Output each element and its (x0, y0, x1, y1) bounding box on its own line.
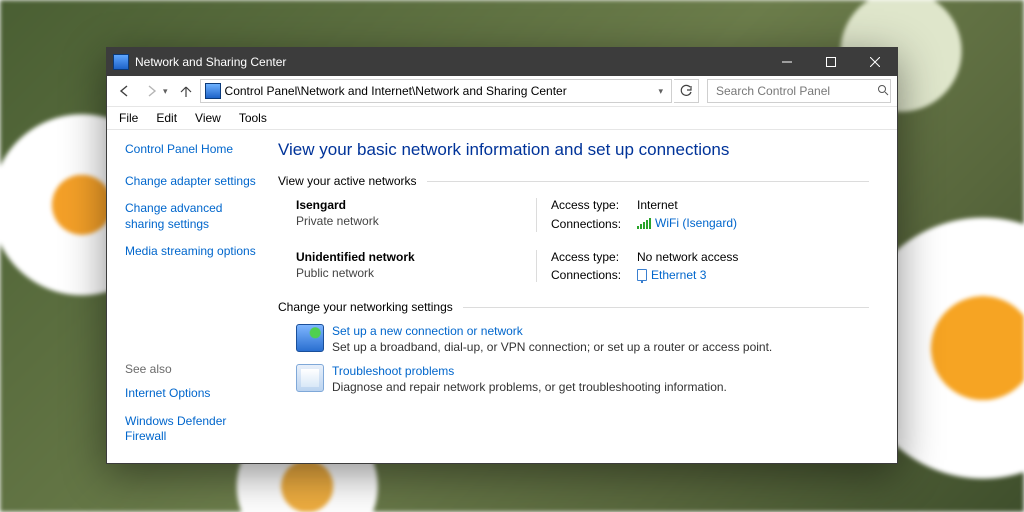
search-icon (877, 84, 889, 99)
refresh-button[interactable] (674, 79, 699, 103)
connections-label: Connections: (551, 217, 637, 231)
access-type-label: Access type: (551, 250, 637, 264)
active-networks-heading: View your active networks (278, 174, 869, 188)
sidebar: Control Panel Home Change adapter settin… (107, 130, 272, 465)
arrow-right-icon (144, 84, 158, 98)
sidebar-link-media[interactable]: Media streaming options (125, 244, 264, 260)
menu-edit[interactable]: Edit (148, 109, 185, 127)
task-desc: Set up a broadband, dial-up, or VPN conn… (332, 340, 772, 354)
main-content: View your basic network information and … (272, 130, 897, 465)
network-name: Unidentified network (296, 250, 536, 264)
maximize-icon (826, 57, 836, 67)
control-panel-home-link[interactable]: Control Panel Home (125, 142, 264, 158)
search-input[interactable] (714, 83, 873, 99)
ethernet-icon (637, 269, 647, 281)
maximize-button[interactable] (809, 48, 853, 76)
wifi-icon (637, 218, 651, 232)
task-link-setup[interactable]: Set up a new connection or network (332, 324, 772, 338)
network-block: Unidentified network Public network Acce… (296, 250, 869, 282)
access-type-label: Access type: (551, 198, 637, 212)
menu-view[interactable]: View (187, 109, 229, 127)
task-setup-connection: Set up a new connection or network Set u… (296, 324, 869, 354)
connections-label: Connections: (551, 268, 637, 282)
address-history-button[interactable]: ▾ (654, 86, 667, 97)
minimize-icon (782, 57, 792, 67)
control-panel-window: Network and Sharing Center ▾ Control Pan… (106, 47, 898, 464)
network-block: Isengard Private network Access type: In… (296, 198, 869, 232)
task-desc: Diagnose and repair network problems, or… (332, 380, 727, 394)
connection-link-ethernet[interactable]: Ethernet 3 (637, 268, 738, 282)
title-bar: Network and Sharing Center (107, 48, 897, 76)
recent-locations-button[interactable]: ▾ (163, 86, 168, 97)
arrow-left-icon (118, 84, 132, 98)
see-also-firewall[interactable]: Windows Defender Firewall (125, 414, 264, 445)
setup-connection-icon (296, 324, 324, 352)
network-name: Isengard (296, 198, 536, 212)
location-icon (205, 83, 221, 99)
access-type-value: No network access (637, 250, 738, 264)
search-box[interactable] (707, 79, 891, 103)
access-type-value: Internet (637, 198, 737, 212)
network-type: Private network (296, 214, 536, 228)
task-troubleshoot: Troubleshoot problems Diagnose and repai… (296, 364, 869, 394)
see-also-internet-options[interactable]: Internet Options (125, 386, 264, 402)
sidebar-link-adapter[interactable]: Change adapter settings (125, 174, 264, 190)
task-link-troubleshoot[interactable]: Troubleshoot problems (332, 364, 727, 378)
sidebar-link-sharing[interactable]: Change advanced sharing settings (125, 201, 264, 232)
back-button[interactable] (113, 79, 137, 103)
troubleshoot-icon (296, 364, 324, 392)
window-body: Control Panel Home Change adapter settin… (107, 130, 897, 465)
minimize-button[interactable] (765, 48, 809, 76)
address-path: Control Panel\Network and Internet\Netwo… (225, 84, 567, 98)
up-button[interactable] (174, 79, 198, 103)
close-button[interactable] (853, 48, 897, 76)
close-icon (870, 57, 880, 67)
forward-button[interactable] (139, 79, 163, 103)
menu-bar: File Edit View Tools (107, 107, 897, 130)
change-settings-heading: Change your networking settings (278, 300, 869, 314)
arrow-up-icon (179, 84, 193, 98)
refresh-icon (679, 84, 693, 98)
window-title: Network and Sharing Center (135, 55, 286, 69)
navigation-row: ▾ Control Panel\Network and Internet\Net… (107, 76, 897, 107)
address-bar[interactable]: Control Panel\Network and Internet\Netwo… (200, 79, 672, 103)
menu-tools[interactable]: Tools (231, 109, 275, 127)
app-icon (113, 54, 129, 70)
network-type: Public network (296, 266, 536, 280)
connection-link-wifi[interactable]: WiFi (Isengard) (637, 216, 737, 232)
menu-file[interactable]: File (111, 109, 146, 127)
page-title: View your basic network information and … (278, 140, 869, 160)
see-also-heading: See also (125, 362, 264, 376)
